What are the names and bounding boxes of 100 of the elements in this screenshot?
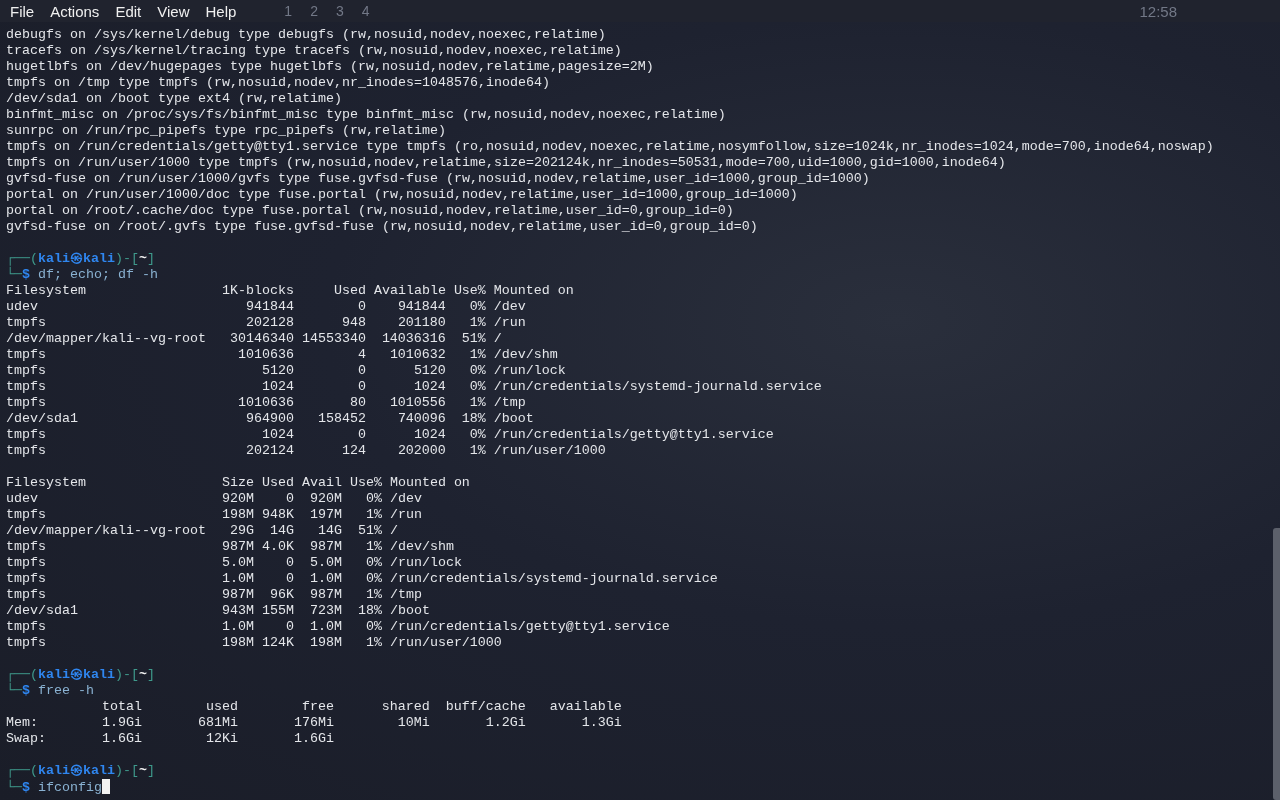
table-cell-text: tmpfs [6, 539, 47, 555]
table-cell-text: 1.0M [220, 619, 254, 635]
table-cell-text: 723M [308, 603, 342, 619]
output-line: gvfsd-fuse on /run/user/1000/gvfs type fuse.gvfsd-fuse (rw,nosuid,nodev,relatime,user_id=1000,group_id=1000) [6, 171, 870, 187]
table-cell-text: 1.0M [308, 571, 342, 587]
table-cell-text: 920M [308, 491, 342, 507]
output-line: hugetlbfs on /dev/hugepages type hugetlbfs (rw,nosuid,nodev,relatime,pagesize=2M) [6, 59, 654, 75]
table-cell-text: 198M [220, 507, 254, 523]
table-cell-text: 0 [356, 363, 366, 379]
column-header: Used [261, 475, 294, 491]
table-cell-text: 0% [468, 299, 486, 315]
table-cell-text: 18% [356, 603, 382, 619]
output-line: tmpfs on /run/user/1000 type tmpfs (rw,nosuid,nodev,relatime,size=202124k,nr_inodes=50531,mode=700,uid=1000,gid=1000,inode64) [6, 155, 1006, 171]
table-cell-text: 0% [468, 379, 486, 395]
column-header: shared [380, 699, 430, 715]
table-cell-text: 18% [460, 411, 486, 427]
table-cell-text: 1024 [412, 427, 446, 443]
table-cell-text: tmpfs [6, 635, 47, 651]
table-cell-text: 0% [364, 491, 382, 507]
table-cell-text: 1024 [412, 379, 446, 395]
table-cell-text: 0% [364, 619, 382, 635]
prompt-line: ┌──(kali㉿kali)-[~] [6, 763, 155, 779]
column-header: Used [332, 283, 366, 299]
table-cell-text: tmpfs [6, 363, 47, 379]
output-line: tmpfs on /tmp type tmpfs (rw,nosuid,nodev,nr_inodes=1048576,inode64) [6, 75, 550, 91]
table-cell-text: 14036316 [380, 331, 446, 347]
table-cell-text: /dev/sda1 [6, 603, 79, 619]
table-cell-text: 198M [308, 635, 342, 651]
menu-item[interactable]: File [8, 2, 43, 20]
table-cell-text: 941844 [244, 299, 294, 315]
table-cell-text: 0% [364, 555, 382, 571]
table-cell-text: 1010556 [388, 395, 446, 411]
table-cell-text: 740096 [396, 411, 446, 427]
table-cell-text: 202124 [244, 443, 294, 459]
prompt-line: ┌──(kali㉿kali)-[~] [6, 251, 155, 267]
column-header: Available [373, 283, 446, 299]
table-cell: /run/credentials/systemd-journald.service [389, 571, 718, 587]
workspace-number[interactable]: 4 [361, 3, 370, 19]
column-header: total [100, 699, 142, 715]
table-cell-text: tmpfs [6, 555, 47, 571]
scrollbar-thumb[interactable] [1273, 528, 1280, 800]
table-cell-text: /dev/shm [493, 347, 559, 363]
table-cell-text: 0 [284, 491, 294, 507]
table-cell-text: 176Mi [292, 715, 334, 731]
table-cell-text: 987M [220, 539, 254, 555]
table-cell-text: Mem: [6, 715, 39, 731]
table-cell-text: 1.6Gi [100, 731, 142, 747]
table-cell-text: 51% [460, 331, 486, 347]
table-cell-text: 14G [316, 523, 342, 539]
table-cell-text: 5.0M [308, 555, 342, 571]
table-cell-text: 14G [268, 523, 294, 539]
table-cell-text: 0 [284, 555, 294, 571]
output-line: gvfsd-fuse on /root/.gvfs type fuse.gvfsd-fuse (rw,nosuid,nodev,relatime,user_id=0,group_id=0) [6, 219, 758, 235]
table-cell-text: 4 [356, 347, 366, 363]
table-cell-text: 0% [468, 363, 486, 379]
output-line: /dev/sda1 on /boot type ext4 (rw,relatime) [6, 91, 342, 107]
table-cell: 948K [261, 507, 294, 523]
table-cell-text: 920M [220, 491, 254, 507]
menu-item[interactable]: Edit [113, 2, 150, 20]
column-header: Use% [453, 283, 486, 299]
table-cell-text: 0 [284, 619, 294, 635]
table-cell-text: 0 [356, 379, 366, 395]
table-cell-text: udev [6, 299, 39, 315]
table-cell-text: 1010636 [236, 347, 294, 363]
column-header: Mounted on [389, 475, 471, 491]
table-cell: /dev/mapper/kali--vg-root [6, 331, 206, 347]
table-cell-text: /run [493, 315, 527, 331]
table-cell-text: 0 [284, 571, 294, 587]
workspace-number[interactable]: 3 [335, 3, 344, 19]
table-cell-text: 943M [220, 603, 254, 619]
menu-item[interactable]: View [155, 2, 198, 20]
menu-item[interactable]: Actions [48, 2, 108, 20]
table-cell-text: tmpfs [6, 395, 47, 411]
table-cell: Swap: [6, 731, 46, 747]
table-cell-text: 5.0M [220, 555, 254, 571]
output-line: sunrpc on /run/rpc_pipefs type rpc_pipefs (rw,relatime) [6, 123, 446, 139]
table-cell-text: udev [6, 491, 39, 507]
table-cell-text: 1% [468, 443, 486, 459]
column-header: Size [220, 475, 254, 491]
table-cell-text: /run/user/1000 [493, 443, 607, 459]
clock: 12:58 [1139, 2, 1177, 20]
table-cell-text: /run [389, 507, 423, 523]
table-cell-text: 1% [468, 315, 486, 331]
table-cell-text: tmpfs [6, 507, 47, 523]
workspace-number[interactable]: 2 [310, 3, 318, 19]
workspace-number[interactable]: 1 [284, 3, 293, 19]
table-cell-text: 0 [356, 299, 366, 315]
menu-item[interactable]: Help [203, 2, 245, 20]
table-cell-text: 158452 [316, 411, 366, 427]
table-cell-text: tmpfs [6, 587, 47, 603]
table-cell-text: tmpfs [6, 315, 47, 331]
table-cell-text: 96K [268, 587, 294, 603]
column-header: Filesystem [6, 475, 87, 491]
command-line: └─$ df; echo; df -h [6, 267, 158, 283]
output-line: tmpfs on /run/credentials/getty@tty1.service type tmpfs (ro,nosuid,nodev,noexec,relatime,nosymfollow,size=1024k,nr_inodes=1024,mode=700,inode64,noswap) [6, 139, 1214, 155]
table-cell-text: /dev [493, 299, 527, 315]
output-line: binfmt_misc on /proc/sys/fs/binfmt_misc type binfmt_misc (rw,nosuid,nodev,noexec,relatime) [6, 107, 726, 123]
table-cell-text: /run/credentials/getty@tty1.service [493, 427, 775, 443]
column-header: buff/cache [444, 699, 526, 715]
table-cell-text: 197M [308, 507, 342, 523]
